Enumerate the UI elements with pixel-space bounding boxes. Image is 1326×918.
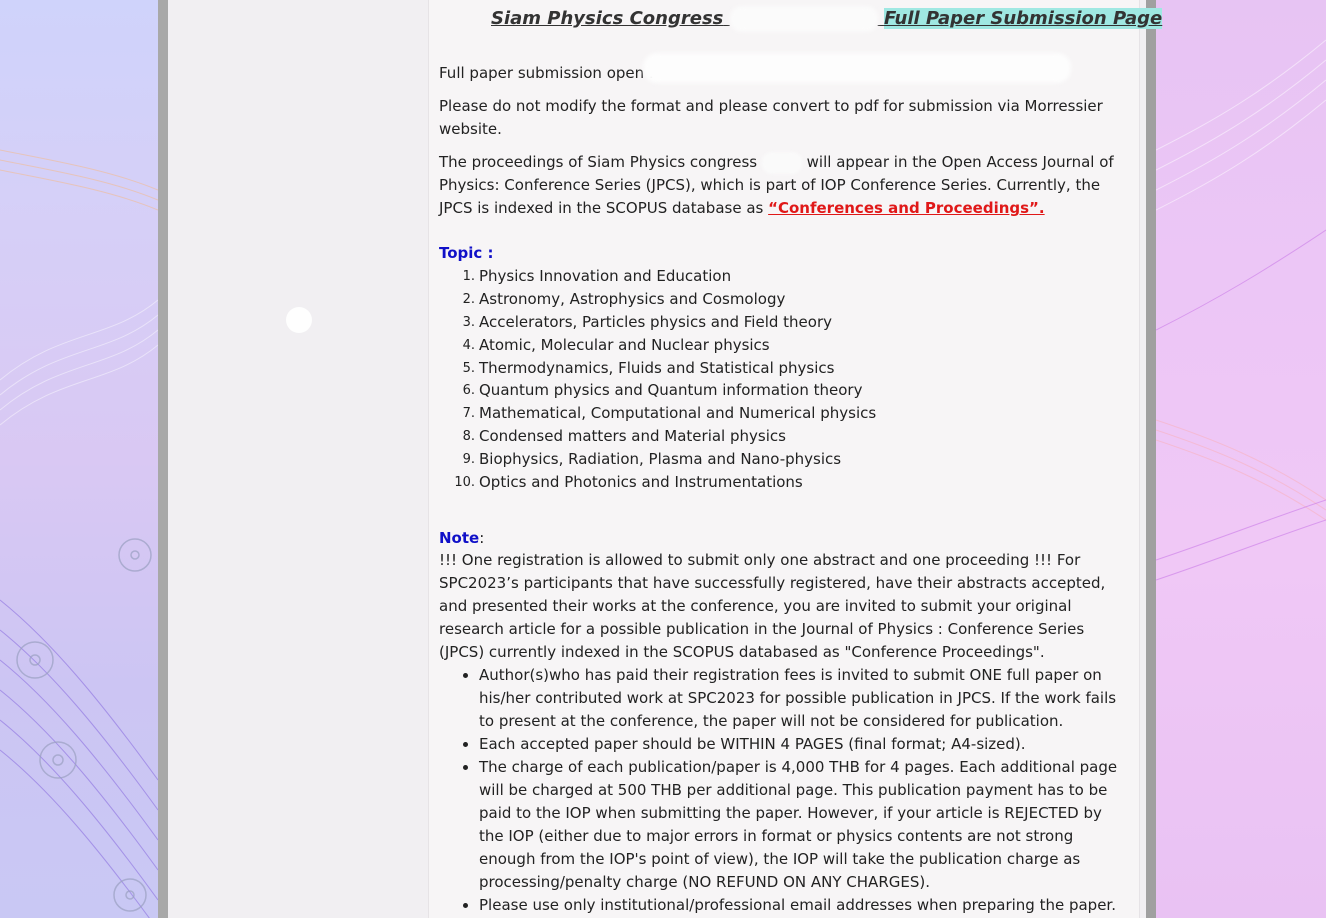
topic-list: 1. Physics Innovation and Education 2. Ast… — [454, 265, 877, 494]
submission-open-text: Full paper submission open : — [439, 64, 654, 82]
list-item: 7. Mathematical, Computational and Numeri… — [462, 404, 877, 423]
main-content: Siam Physics Congress Full Paper Submiss… — [428, 0, 1163, 918]
list-item: Author(s)who has paid their registration… — [463, 664, 1119, 733]
proceedings-text-a: The proceedings of Siam Physics congress — [439, 153, 758, 171]
right-shadow-edge — [1146, 0, 1156, 918]
title-left: Siam Physics Congress — [491, 8, 724, 29]
bullet-icon — [463, 673, 468, 678]
page-title: Siam Physics Congress Full Paper Submiss… — [491, 6, 1163, 32]
redacted-year-2 — [761, 151, 802, 174]
list-item: Please use only institutional/profession… — [463, 894, 1119, 917]
list-item: 3. Accelerators, Particles physics and Fi… — [462, 312, 832, 331]
conferences-proceedings-link[interactable]: “Conferences and Proceedings”. — [768, 199, 1045, 217]
format-note: Please do not modify the format and plea… — [439, 97, 1103, 138]
list-item: 9. Biophysics, Radiation, Plasma and Nano… — [462, 450, 842, 469]
bullet-icon — [463, 742, 468, 747]
list-item: 5. Thermodynamics, Fluids and Statistical… — [462, 358, 835, 377]
list-item: 8. Condensed matters and Material physics — [462, 427, 786, 446]
left-shadow-edge — [158, 0, 168, 918]
note-bullets: Author(s)who has paid their registration… — [463, 664, 1119, 917]
list-item: 2. Astronomy, Astrophysics and Cosmology — [462, 289, 786, 308]
topic-heading: Topic : — [439, 244, 494, 262]
list-item: 10. Optics and Photonics and Instrumentat… — [454, 473, 803, 492]
list-item: 6. Quantum physics and Quantum informatio… — [462, 381, 863, 400]
note-heading: Note: — [439, 529, 485, 547]
list-item: 1. Physics Innovation and Education — [462, 267, 732, 285]
list-item: The charge of each publication/paper is … — [463, 756, 1119, 894]
right-wave-pattern — [1156, 39, 1326, 581]
proceedings-paragraph: The proceedings of Siam Physics congress… — [439, 151, 1121, 220]
note-paragraph: !!! One registration is allowed to submi… — [439, 551, 1106, 661]
right-background-decoration — [1156, 0, 1326, 918]
bullet-icon — [463, 903, 468, 908]
bullet-icon — [463, 765, 468, 770]
list-item: 4. Atomic, Molecular and Nuclear physics — [462, 335, 770, 354]
left-wave-pattern — [0, 149, 158, 918]
left-background-decoration — [0, 0, 158, 918]
redacted-year — [729, 6, 878, 32]
redacted-dates — [643, 53, 1071, 83]
list-item: Each accepted paper should be WITHIN 4 P… — [463, 733, 1119, 756]
decorative-orb — [286, 307, 312, 333]
title-right: Full Paper Submission Page — [883, 8, 1163, 29]
